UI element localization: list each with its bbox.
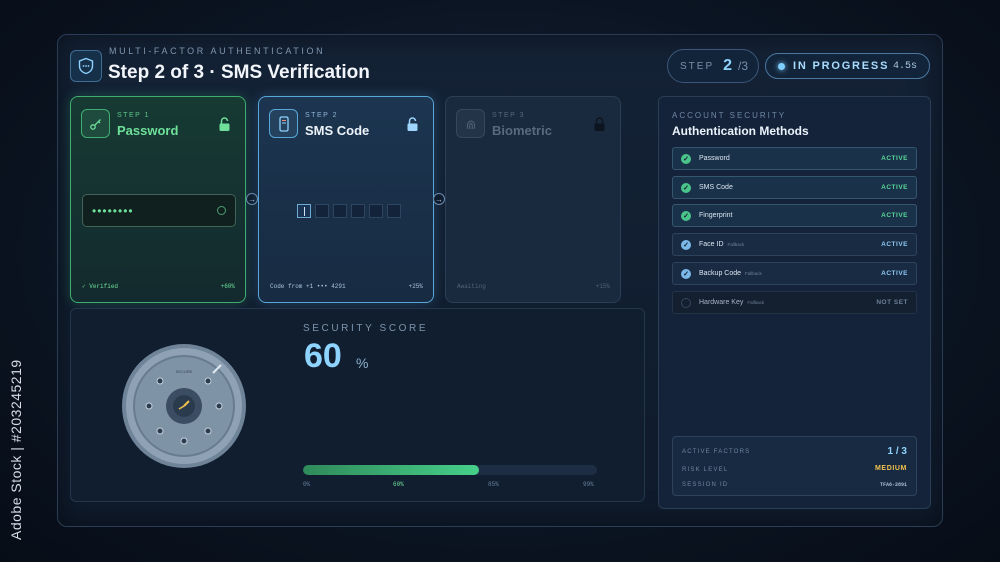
- factors-label: ACTIVE FACTORS: [682, 449, 751, 455]
- method-row-sms-code[interactable]: ✓ SMS Code ACTIVE: [672, 176, 917, 199]
- sms-code-input[interactable]: [297, 204, 401, 218]
- account-subtitle: ACCOUNT SECURITY: [672, 111, 787, 120]
- score-tick: 85%: [488, 481, 499, 488]
- score-progress-fill: [303, 465, 480, 475]
- score-tick: 99%: [583, 481, 594, 488]
- check-icon: ✓: [681, 153, 691, 164]
- elapsed-time: 4.5s: [892, 60, 917, 72]
- step-indicator-total: /3: [738, 59, 749, 73]
- step-footer-gain: +25%: [408, 283, 423, 290]
- page-title: Step 2 of 3 · SMS Verification: [108, 62, 370, 83]
- code-digit-box[interactable]: [297, 204, 311, 218]
- method-row-backup-code[interactable]: ✓ Backup Code Fallback ACTIVE: [672, 262, 917, 285]
- key-icon: [81, 109, 110, 138]
- check-icon: ✓: [681, 210, 691, 221]
- method-name: Fingerprint: [699, 212, 733, 219]
- code-digit-box[interactable]: [369, 204, 383, 218]
- method-name: Hardware Key: [699, 299, 744, 306]
- method-status: NOT SET: [876, 299, 908, 306]
- status-text: IN PROGRESS: [793, 60, 890, 72]
- score-progress-bar: [303, 465, 597, 475]
- step-footer-gain: +15%: [595, 283, 610, 290]
- method-tag: Fallback: [747, 300, 765, 305]
- phone-icon: [269, 109, 298, 138]
- method-status: ACTIVE: [881, 184, 908, 191]
- stock-watermark-id: Adobe Stock | #203245219: [8, 359, 24, 540]
- check-icon: ✓: [681, 239, 691, 250]
- score-tick: 0%: [303, 481, 311, 488]
- method-name: Backup Code: [699, 270, 742, 277]
- step-title: Biometric: [492, 123, 552, 138]
- check-circle-icon: [217, 206, 226, 215]
- step-indicator: STEP 2 /3: [667, 49, 759, 83]
- risk-label: RISK LEVEL: [682, 467, 729, 473]
- step-card-password[interactable]: STEP 1 Password •••••••• ✓ Verified +60%: [70, 96, 246, 303]
- code-digit-box[interactable]: [351, 204, 365, 218]
- method-name: Face ID: [699, 241, 724, 248]
- check-icon: ✓: [681, 182, 691, 193]
- fingerprint-icon: [456, 109, 485, 138]
- step-indicator-current: 2: [723, 57, 733, 74]
- method-row-hardware-key[interactable]: Hardware Key Fallback NOT SET: [672, 291, 917, 314]
- session-value: TFA6-2891: [879, 482, 907, 488]
- security-summary: ACTIVE FACTORS 1 / 3 RISK LEVEL MEDIUM S…: [672, 436, 917, 496]
- step-footer-gain: +60%: [220, 283, 235, 290]
- status-badge: IN PROGRESS 4.5s: [765, 53, 930, 79]
- check-icon: ✓: [681, 268, 691, 279]
- vault-dial: SECURE: [121, 343, 247, 469]
- lock-icon: [593, 117, 606, 137]
- method-row-face-id[interactable]: ✓ Face ID Fallback ACTIVE: [672, 233, 917, 256]
- score-unit: %: [356, 355, 369, 371]
- session-label: SESSION ID: [682, 482, 729, 488]
- risk-value: MEDIUM: [875, 465, 907, 472]
- step-title: Password: [117, 123, 179, 138]
- password-masked-value: ••••••••: [92, 203, 134, 218]
- method-name: Password: [699, 155, 730, 162]
- method-row-password[interactable]: ✓ Password ACTIVE: [672, 147, 917, 170]
- unlock-icon: [218, 117, 231, 137]
- code-digit-box[interactable]: [333, 204, 347, 218]
- method-name: SMS Code: [699, 184, 733, 191]
- score-tick: 60%: [393, 481, 404, 488]
- factors-value: 1 / 3: [887, 446, 907, 457]
- password-field[interactable]: ••••••••: [82, 194, 236, 227]
- score-label: SECURITY SCORE: [303, 323, 429, 334]
- step-footer-status: Awaiting: [457, 283, 486, 290]
- step-footer-status: Code from +1 ••• 4291: [270, 283, 346, 290]
- code-digit-box[interactable]: [315, 204, 329, 218]
- empty-circle-icon: [681, 297, 691, 308]
- shield-icon: [70, 50, 102, 82]
- dial-label: SECURE: [176, 369, 193, 374]
- step-footer-status: ✓ Verified: [82, 283, 119, 290]
- score-value: 60: [304, 337, 342, 375]
- arrow-right-icon: →: [433, 193, 445, 205]
- header-subtitle: MULTI-FACTOR AUTHENTICATION: [109, 46, 326, 56]
- status-dot-icon: [778, 62, 785, 70]
- method-tag: Fallback: [745, 271, 762, 276]
- step-title: SMS Code: [305, 123, 370, 138]
- method-status: ACTIVE: [881, 155, 908, 162]
- method-status: ACTIVE: [881, 241, 908, 248]
- step-label: STEP 3: [492, 112, 525, 119]
- step-label: STEP 2: [305, 112, 338, 119]
- arrow-right-icon: →: [246, 193, 258, 205]
- method-tag: Fallback: [727, 242, 745, 247]
- step-label: STEP 1: [117, 112, 150, 119]
- step-card-biometric: STEP 3 Biometric Awaiting +15%: [445, 96, 621, 303]
- unlock-icon: [406, 117, 419, 137]
- method-row-fingerprint[interactable]: ✓ Fingerprint ACTIVE: [672, 204, 917, 227]
- method-status: ACTIVE: [881, 212, 908, 219]
- step-card-sms[interactable]: STEP 2 SMS Code Code from +1 ••• 4291 +2…: [258, 96, 434, 303]
- account-title: Authentication Methods: [672, 124, 809, 138]
- method-status: ACTIVE: [881, 270, 908, 277]
- step-indicator-label: STEP: [680, 60, 715, 72]
- code-digit-box[interactable]: [387, 204, 401, 218]
